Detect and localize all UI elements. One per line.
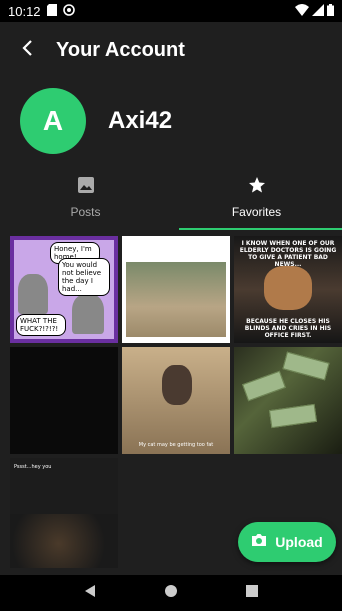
camera-icon	[251, 533, 267, 552]
comic-cat-right	[72, 294, 104, 334]
battery-icon	[327, 3, 334, 19]
at-icon	[62, 3, 75, 19]
money-bill	[268, 403, 318, 429]
meme-bottom-text: BECAUSE HE CLOSES HIS BLINDS AND CRIES I…	[244, 318, 332, 339]
news-photo	[126, 262, 226, 337]
upload-label: Upload	[275, 534, 323, 550]
username: Axi42	[108, 107, 173, 134]
meme-top-text: I KNOW WHEN ONE OF OUR ELDERLY DOCTORS I…	[239, 240, 337, 268]
grid-item[interactable]: My cat may be getting too fat	[122, 347, 230, 454]
tab-posts-label: Posts	[70, 204, 101, 219]
cat-photo	[162, 365, 192, 405]
status-bar: 10:12	[0, 0, 342, 22]
post-title: Pssst...hey you	[14, 464, 52, 470]
back-button[interactable]	[0, 22, 56, 78]
status-time: 10:12	[8, 3, 41, 19]
signal-icon	[312, 3, 324, 19]
comic-bubble: You would not believe the day I had...	[58, 258, 110, 296]
nav-back-icon[interactable]	[83, 584, 97, 603]
money-bill	[242, 370, 286, 402]
status-left: 10:12	[8, 3, 75, 19]
tab-bar: Posts Favorites	[0, 164, 342, 230]
money-bill	[282, 351, 330, 381]
meme-dog	[264, 266, 312, 310]
system-nav-bar	[0, 575, 342, 611]
grid-item[interactable]: I KNOW WHEN ONE OF OUR ELDERLY DOCTORS I…	[234, 236, 342, 343]
profile-header: A Axi42	[0, 78, 342, 164]
comic-cat-left	[18, 274, 48, 314]
wifi-icon	[295, 3, 309, 19]
app-bar: Your Account	[0, 22, 342, 78]
avatar: A	[20, 88, 86, 154]
grid-item[interactable]	[10, 347, 118, 454]
cat-caption: My cat may be getting too fat	[138, 442, 214, 448]
nav-home-icon[interactable]	[164, 584, 178, 603]
tab-favorites-label: Favorites	[231, 204, 282, 219]
status-right	[295, 3, 334, 19]
sd-card-icon	[46, 3, 57, 19]
tab-favorites[interactable]: Favorites	[171, 164, 342, 230]
image-icon	[77, 176, 95, 199]
comic-bubble: WHAT THE FUCK?!?!?!	[16, 314, 66, 336]
upload-button[interactable]: Upload	[238, 522, 336, 562]
grid-item[interactable]: Honey, I'm home! You would not believe t…	[10, 236, 118, 343]
tab-posts[interactable]: Posts	[0, 164, 171, 230]
page-title: Your Account	[56, 38, 185, 61]
nav-recents-icon[interactable]	[245, 584, 259, 603]
grid-item[interactable]: Pssst...hey you	[10, 458, 118, 568]
arrow-back-icon	[20, 39, 36, 61]
star-icon	[248, 176, 266, 199]
grid-item[interactable]	[122, 236, 230, 343]
post-photo	[10, 514, 118, 568]
grid-item[interactable]	[234, 347, 342, 454]
